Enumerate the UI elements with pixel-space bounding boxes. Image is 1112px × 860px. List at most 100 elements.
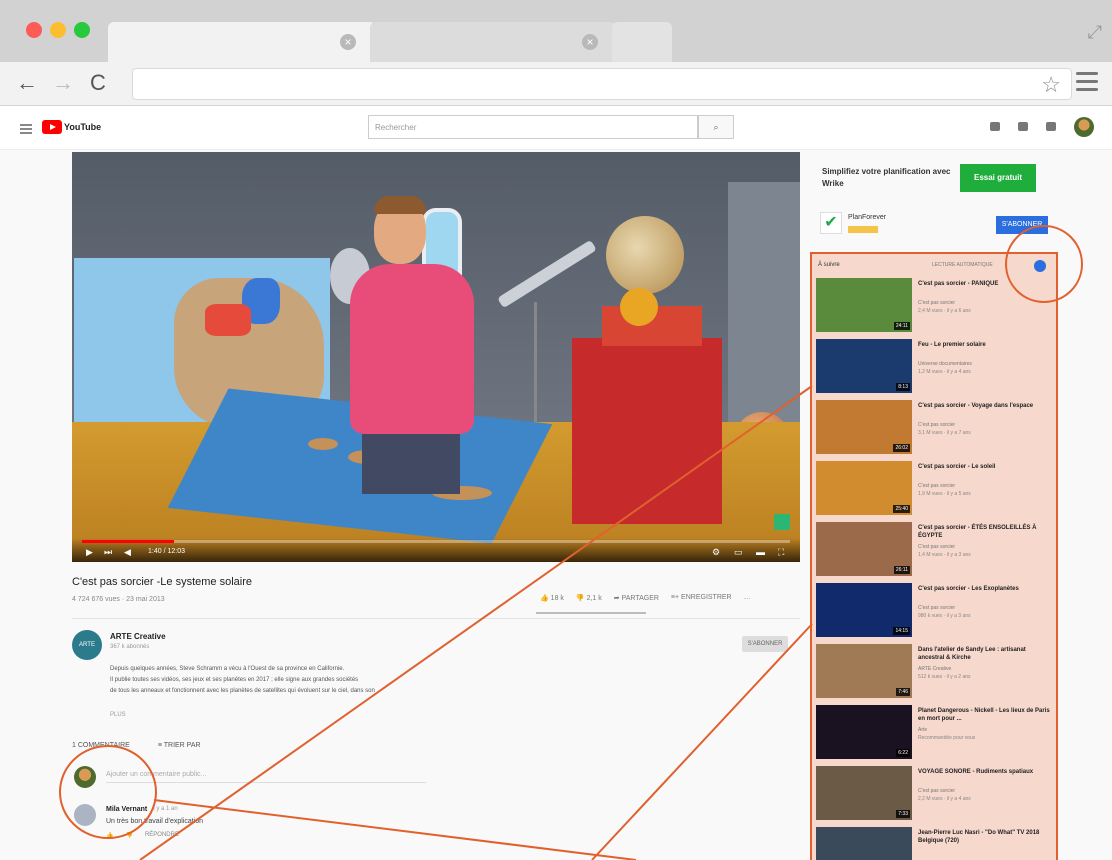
search-input[interactable]: Rechercher — [368, 115, 698, 139]
subscribe-button[interactable]: S'ABONNER — [742, 636, 788, 652]
related-video-channel[interactable]: Universe documentaires — [918, 361, 972, 367]
related-video-thumbnail[interactable]: 7:33 — [816, 766, 912, 820]
upload-video-icon[interactable] — [990, 122, 1000, 131]
dislike-button[interactable]: 👎 2,1 k — [576, 594, 602, 602]
video-player[interactable]: ▶ ⏭ ◀ 1:40 / 12:03 ⚙ ▭ ▬ ⛶ — [72, 152, 800, 562]
miniplayer-icon[interactable]: ▭ — [734, 547, 743, 558]
related-video-item[interactable]: Jean-Pierre Luc Nasri - "Do What" TV 201… — [816, 827, 1054, 860]
related-video-thumbnail[interactable]: 25:40 — [816, 461, 912, 515]
related-video-thumbnail[interactable] — [816, 827, 912, 860]
related-video-item[interactable]: 14:15 C'est pas sorcier - Les Exoplanètes… — [816, 583, 1054, 641]
related-video-item[interactable]: 24:11 C'est pas sorcier - PANIQUE C'est pa… — [816, 278, 1054, 336]
browser-tab-active[interactable]: × — [108, 22, 376, 62]
related-video-item[interactable]: 26:11 C'est pas sorcier - ÉTÉS ENSOLEILLÉ… — [816, 522, 1054, 580]
tab-close-icon[interactable]: × — [340, 34, 356, 50]
show-more-link[interactable]: PLUS — [110, 712, 126, 718]
related-video-title[interactable]: C'est pas sorcier - PANIQUE — [918, 280, 1052, 288]
maximize-window-button[interactable] — [74, 22, 90, 38]
theater-mode-icon[interactable]: ▬ — [756, 547, 765, 557]
channel-name[interactable]: ARTE Creative — [110, 632, 166, 641]
related-video-channel[interactable]: C'est pas sorcier — [918, 788, 955, 794]
related-video-item[interactable]: 6:22 Planet Dangerous - Nickell - Les lie… — [816, 705, 1054, 763]
related-video-thumbnail[interactable]: 7:46 — [816, 644, 912, 698]
search-icon[interactable]: ⌕ — [698, 115, 734, 139]
new-tab-button[interactable] — [612, 22, 672, 62]
back-arrow-icon[interactable]: ← — [16, 70, 38, 96]
add-comment-input[interactable]: Ajouter un commentaire public... — [106, 771, 426, 783]
play-icon[interactable]: ▶ — [86, 547, 93, 558]
related-video-title[interactable]: VOYAGE SONORE - Rudiments spatiaux — [918, 768, 1052, 776]
related-video-title[interactable]: C'est pas sorcier - Le soleil — [918, 463, 1052, 471]
related-video-item[interactable]: 7:33 VOYAGE SONORE - Rudiments spatiaux C'… — [816, 766, 1054, 824]
video-scene-chest — [572, 338, 722, 524]
related-video-channel[interactable]: ARTE Creative — [918, 666, 951, 672]
video-scene-legs — [362, 434, 460, 494]
related-video-title[interactable]: C'est pas sorcier - Voyage dans l'espace — [918, 402, 1052, 410]
account-avatar[interactable] — [1074, 117, 1094, 137]
sort-comments-button[interactable]: ≡ TRIER PAR — [158, 742, 201, 749]
reload-icon[interactable]: C — [90, 70, 106, 96]
related-video-item[interactable]: 7:46 Dans l'atelier de Sandy Lee : artisa… — [816, 644, 1054, 702]
related-video-title[interactable]: Planet Dangerous - Nickell - Les lieux d… — [918, 707, 1052, 723]
fullscreen-video-icon[interactable]: ⛶ — [778, 547, 784, 558]
related-video-title[interactable]: Feu - Le premier solaire — [918, 341, 1052, 349]
related-video-thumbnail[interactable]: 26:11 — [816, 522, 912, 576]
close-window-button[interactable] — [26, 22, 42, 38]
settings-gear-icon[interactable]: ⚙ — [712, 547, 720, 558]
channel-watermark-icon[interactable] — [774, 514, 790, 530]
related-video-thumbnail[interactable]: 14:15 — [816, 583, 912, 637]
related-video-title[interactable]: C'est pas sorcier - ÉTÉS ENSOLEILLÉS À É… — [918, 524, 1052, 540]
related-video-thumbnail[interactable]: 24:11 — [816, 278, 912, 332]
address-bar[interactable]: ☆ — [132, 68, 1072, 100]
video-actions: 👍 18 k 👎 2,1 k ➦ PARTAGER ≡+ ENREGISTRER… — [540, 594, 751, 602]
tab-close-icon[interactable]: × — [582, 34, 598, 50]
comment-time[interactable]: il y a 1 an — [152, 806, 178, 812]
comment-dislike-icon[interactable]: 👎 — [125, 832, 132, 839]
share-button[interactable]: ➦ PARTAGER — [614, 594, 659, 602]
sidebar-ad[interactable]: Simplifiez votre planification avec Wrik… — [812, 152, 1052, 244]
ad-subscribe-button[interactable]: S'ABONNER — [996, 216, 1048, 234]
ad-badge — [848, 226, 878, 233]
comment-like-icon[interactable]: 👍 — [106, 832, 113, 839]
related-video-item[interactable]: 25:40 C'est pas sorcier - Le soleil C'est … — [816, 461, 1054, 519]
forward-arrow-icon[interactable]: → — [52, 70, 74, 96]
reply-button[interactable]: RÉPONDRE — [145, 832, 179, 839]
related-video-title[interactable]: C'est pas sorcier - Les Exoplanètes — [918, 585, 1052, 593]
share-icon: ➦ — [613, 595, 622, 602]
related-video-title[interactable]: Jean-Pierre Luc Nasri - "Do What" TV 201… — [918, 829, 1052, 845]
related-video-item[interactable]: 26:02 C'est pas sorcier - Voyage dans l'e… — [816, 400, 1054, 458]
related-video-channel[interactable]: C'est pas sorcier — [918, 483, 955, 489]
related-video-thumbnail[interactable]: 6:22 — [816, 705, 912, 759]
save-button[interactable]: ≡+ ENREGISTRER — [671, 594, 732, 602]
browser-tab-inactive[interactable]: × — [370, 22, 616, 62]
related-video-thumbnail[interactable]: 8:13 — [816, 339, 912, 393]
browser-menu-icon[interactable] — [1076, 72, 1098, 96]
like-button[interactable]: 👍 18 k — [540, 594, 564, 602]
ad-cta-button[interactable]: Essai gratuit — [960, 164, 1036, 192]
comment-author[interactable]: Mila Vernant — [106, 806, 147, 813]
related-video-title[interactable]: Dans l'atelier de Sandy Lee : artisanat … — [918, 646, 1052, 662]
youtube-logo[interactable]: YouTube — [42, 120, 101, 134]
related-video-channel[interactable]: Arte — [918, 727, 927, 733]
more-actions-icon[interactable]: … — [744, 594, 751, 602]
video-meta: 4 724 676 vues · 23 mai 2013 — [72, 596, 165, 603]
channel-avatar[interactable]: ARTE — [72, 630, 102, 660]
minimize-window-button[interactable] — [50, 22, 66, 38]
guide-menu-icon[interactable] — [20, 124, 32, 136]
video-progress-bar[interactable] — [82, 540, 790, 543]
related-video-channel[interactable]: C'est pas sorcier — [918, 544, 955, 550]
fullscreen-icon[interactable]: ⤢ — [1088, 22, 1102, 43]
notifications-bell-icon[interactable] — [1046, 122, 1056, 131]
related-video-thumbnail[interactable]: 26:02 — [816, 400, 912, 454]
next-icon[interactable]: ⏭ — [104, 547, 112, 558]
autoplay-toggle[interactable] — [1034, 260, 1046, 272]
related-video-channel[interactable]: C'est pas sorcier — [918, 300, 955, 306]
volume-icon[interactable]: ◀ — [124, 547, 131, 558]
bookmark-star-icon[interactable]: ☆ — [1041, 72, 1061, 98]
browser-window: × × ⤢ ← → C ☆ YouTube Rechercher ⌕ ▶ ⏭ ◀… — [0, 0, 1112, 860]
related-video-channel[interactable]: C'est pas sorcier — [918, 422, 955, 428]
comment-avatar[interactable] — [74, 804, 96, 826]
related-video-item[interactable]: 8:13 Feu - Le premier solaire Universe doc… — [816, 339, 1054, 397]
related-video-channel[interactable]: C'est pas sorcier — [918, 605, 955, 611]
apps-grid-icon[interactable] — [1018, 122, 1028, 131]
